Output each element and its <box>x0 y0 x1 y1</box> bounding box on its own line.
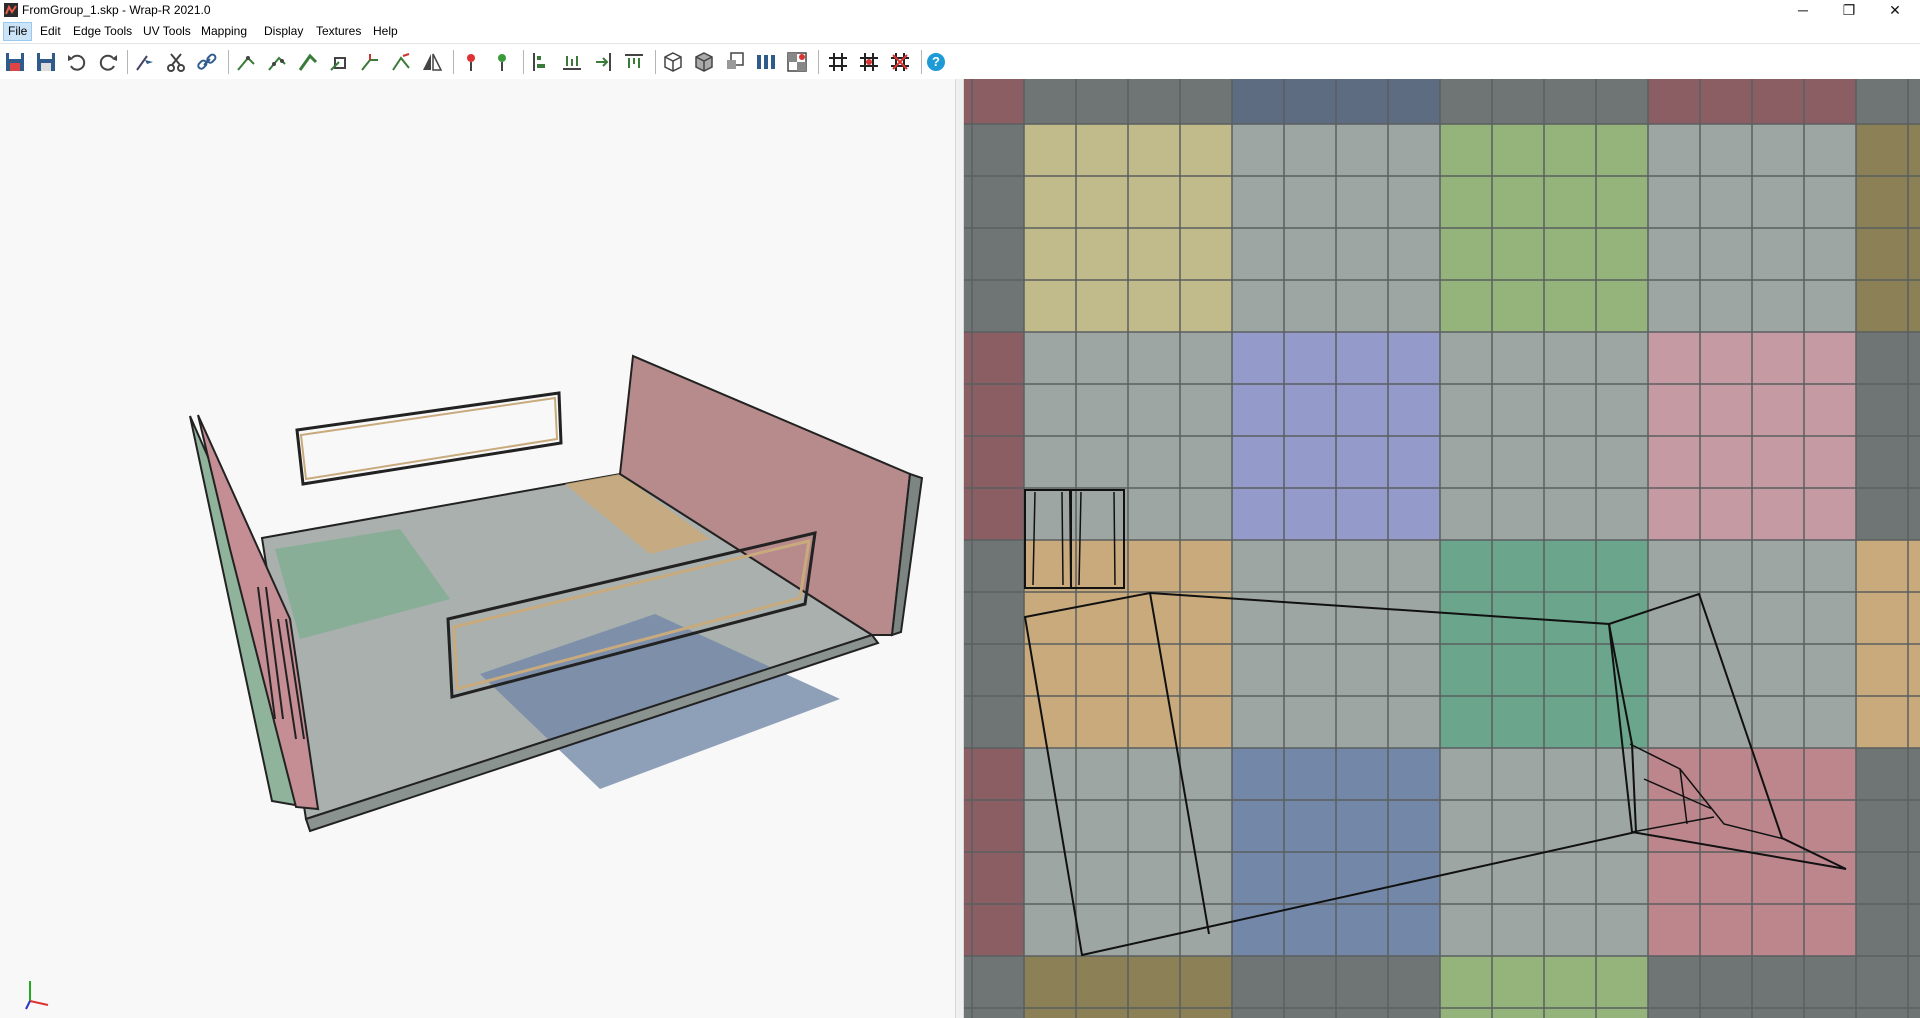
select-edge-icon[interactable] <box>133 50 157 74</box>
pin-green-icon[interactable] <box>490 50 514 74</box>
unwrap-icon[interactable] <box>234 50 258 74</box>
uv-grid-canvas[interactable] <box>964 79 1920 1018</box>
toolbar-separator <box>127 50 128 74</box>
pin-red-icon[interactable] <box>459 50 483 74</box>
mirror-icon[interactable] <box>420 50 444 74</box>
uv-texture-grid <box>964 79 1920 1018</box>
straighten-icon[interactable] <box>358 50 382 74</box>
toolbar-separator <box>655 50 656 74</box>
align-left-icon[interactable] <box>529 50 553 74</box>
save-as-icon[interactable] <box>34 50 58 74</box>
menu-file[interactable]: File <box>3 22 33 41</box>
menu-edge-tools[interactable]: Edge Tools <box>69 22 136 41</box>
menu-textures[interactable]: Textures <box>312 22 365 41</box>
title-bar: FromGroup_1.skp - Wrap-R 2021.0 ─ ❐ ✕ <box>0 0 1920 22</box>
cube-map-icon[interactable] <box>692 50 716 74</box>
relax-icon[interactable] <box>296 50 320 74</box>
planar-map-icon[interactable] <box>723 50 747 74</box>
checker-icon[interactable] <box>785 50 809 74</box>
align-right-icon[interactable] <box>591 50 615 74</box>
window-frame <box>295 391 563 486</box>
menu-uv-tools[interactable]: UV Tools <box>139 22 195 41</box>
stitch-icon[interactable] <box>389 50 413 74</box>
menu-help[interactable]: Help <box>369 22 402 41</box>
align-bottom-icon[interactable] <box>560 50 584 74</box>
panel-splitter[interactable] <box>955 79 964 1018</box>
unwrap-selected-icon[interactable] <box>265 50 289 74</box>
save-icon[interactable] <box>3 50 27 74</box>
minimize-button[interactable]: ─ <box>1780 0 1826 22</box>
axis-gizmo <box>25 981 49 1010</box>
toolbar-separator <box>228 50 229 74</box>
pin-icon[interactable] <box>327 50 351 74</box>
box-map-icon[interactable] <box>661 50 685 74</box>
grid-icon[interactable] <box>826 50 850 74</box>
restore-button[interactable]: ❐ <box>1826 0 1872 22</box>
menu-edit[interactable]: Edit <box>36 22 65 41</box>
close-button[interactable]: ✕ <box>1872 0 1918 22</box>
align-top-icon[interactable] <box>622 50 646 74</box>
3d-viewport[interactable] <box>0 79 955 1018</box>
menu-mapping[interactable]: Mapping <box>197 22 251 41</box>
help-icon[interactable]: ? <box>927 53 945 71</box>
redo-icon[interactable] <box>96 50 120 74</box>
menu-display[interactable]: Display <box>260 22 307 41</box>
toolbar-separator <box>921 50 922 74</box>
toolbar: ? <box>0 43 1920 79</box>
uv-editor[interactable] <box>964 79 1920 1018</box>
uv-border-tile <box>964 79 1024 124</box>
menu-bar: File Edit Edge Tools UV Tools Mapping Di… <box>0 22 1920 42</box>
link-seam-icon[interactable] <box>195 50 219 74</box>
app-icon <box>4 3 18 17</box>
3d-model-view[interactable] <box>0 79 955 1018</box>
toolbar-separator <box>453 50 454 74</box>
undo-icon[interactable] <box>65 50 89 74</box>
grid-remove-icon[interactable] <box>888 50 912 74</box>
window-title: FromGroup_1.skp - Wrap-R 2021.0 <box>22 3 211 17</box>
grid-fit-icon[interactable] <box>857 50 881 74</box>
cut-seam-icon[interactable] <box>164 50 188 74</box>
distribute-icon[interactable] <box>754 50 778 74</box>
toolbar-separator <box>523 50 524 74</box>
toolbar-separator <box>818 50 819 74</box>
